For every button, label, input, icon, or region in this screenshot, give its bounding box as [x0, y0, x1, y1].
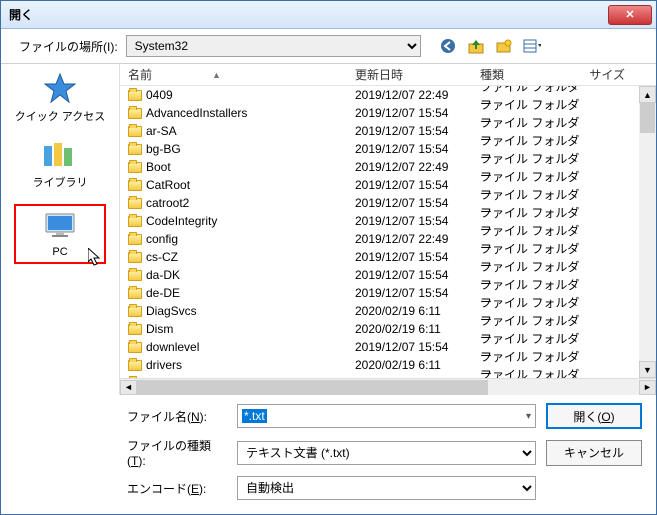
folder-icon	[128, 288, 142, 299]
folder-icon	[128, 270, 142, 281]
cancel-button[interactable]: キャンセル	[546, 440, 642, 466]
item-name: 0409	[146, 88, 173, 102]
pc-icon	[40, 210, 80, 242]
place-label: ライブラリ	[33, 174, 88, 190]
scroll-up-icon[interactable]: ▲	[639, 86, 656, 103]
place-label: PC	[52, 246, 67, 258]
folder-icon	[128, 162, 142, 173]
titlebar: 開く ✕	[1, 1, 656, 29]
col-size[interactable]: サイズ	[585, 66, 625, 83]
item-date: 2020/02/19 6:11	[355, 358, 480, 372]
place-quick-access[interactable]: クイック アクセス	[14, 72, 106, 124]
libraries-icon	[40, 138, 80, 170]
folder-icon	[128, 126, 142, 137]
item-date: 2019/12/07 22:49	[355, 232, 480, 246]
item-name: cs-CZ	[146, 250, 178, 264]
item-date: 2020/02/19 6:11	[355, 304, 480, 318]
item-name: AdvancedInstallers	[146, 106, 247, 120]
item-name: Boot	[146, 160, 171, 174]
open-button[interactable]: 開く(O)	[546, 403, 642, 429]
col-kind[interactable]: 種類	[480, 66, 585, 83]
vscroll-thumb[interactable]	[640, 103, 655, 133]
item-date: 2019/12/07 15:54	[355, 106, 480, 120]
item-name: de-DE	[146, 286, 180, 300]
vertical-scrollbar[interactable]: ▲ ▼	[639, 86, 656, 378]
item-date: 2019/12/07 15:54	[355, 286, 480, 300]
sort-indicator-icon: ▲	[212, 70, 221, 80]
cursor-icon	[88, 248, 104, 268]
encoding-label: エンコード(E):	[127, 480, 227, 497]
quick-access-icon	[40, 72, 80, 104]
up-one-level-icon[interactable]	[467, 37, 485, 55]
filename-input[interactable]: *.txt ▾	[237, 404, 536, 428]
encoding-select[interactable]: 自動検出	[237, 476, 536, 500]
window-title: 開く	[9, 6, 33, 23]
bottom-panel: ファイル名(N): *.txt ▾ 開く(O) ファイルの種類(T): テキスト…	[1, 395, 656, 514]
horizontal-scrollbar[interactable]: ◄ ►	[120, 378, 656, 395]
item-kind: ファイル フォルダー	[480, 366, 585, 378]
item-date: 2019/12/07 15:54	[355, 340, 480, 354]
item-date: 2019/12/07 15:54	[355, 178, 480, 192]
filetype-label: ファイルの種類(T):	[127, 437, 227, 468]
filename-value: *.txt	[242, 409, 267, 423]
item-date: 2019/12/07 15:54	[355, 196, 480, 210]
open-file-dialog: 開く ✕ ファイルの場所(I): System32	[0, 0, 657, 515]
item-name: drivers	[146, 358, 182, 372]
folder-icon	[128, 234, 142, 245]
back-icon[interactable]	[439, 37, 457, 55]
close-button[interactable]: ✕	[608, 5, 652, 25]
place-label: クイック アクセス	[15, 108, 106, 124]
folder-icon	[128, 342, 142, 353]
scroll-down-icon[interactable]: ▼	[639, 361, 656, 378]
item-name: config	[146, 232, 178, 246]
location-row: ファイルの場所(I): System32	[1, 29, 656, 63]
col-date[interactable]: 更新日時	[355, 66, 480, 83]
filename-label: ファイル名(N):	[127, 408, 227, 425]
col-name[interactable]: 名前	[128, 66, 152, 83]
item-date: 2019/12/07 15:54	[355, 250, 480, 264]
folder-icon	[128, 324, 142, 335]
item-date: 2019/12/07 22:49	[355, 160, 480, 174]
folder-icon	[128, 180, 142, 191]
item-date: 2019/12/07 15:54	[355, 268, 480, 282]
item-date: 2020/02/19 6:11	[355, 322, 480, 336]
scroll-left-icon[interactable]: ◄	[120, 380, 137, 395]
place-libraries[interactable]: ライブラリ	[14, 138, 106, 190]
folder-icon	[128, 90, 142, 101]
hscroll-thumb[interactable]	[137, 380, 488, 395]
folder-icon	[128, 306, 142, 317]
item-name: downlevel	[146, 340, 199, 354]
folder-icon	[128, 252, 142, 263]
file-list-area: 名前 ▲ 更新日時 種類 サイズ 0409 2019/12/07 22:49 ファイル…	[119, 64, 656, 395]
views-icon[interactable]	[523, 37, 541, 55]
column-headers[interactable]: 名前 ▲ 更新日時 種類 サイズ	[120, 64, 656, 86]
item-name: da-DK	[146, 268, 180, 282]
new-folder-icon[interactable]	[495, 37, 513, 55]
item-name: bg-BG	[146, 142, 181, 156]
location-label: ファイルの場所(I):	[19, 38, 118, 55]
item-name: catroot2	[146, 196, 189, 210]
scroll-right-icon[interactable]: ►	[639, 380, 656, 395]
item-date: 2019/12/07 15:54	[355, 142, 480, 156]
folder-icon	[128, 216, 142, 227]
folder-icon	[128, 144, 142, 155]
item-name: CodeIntegrity	[146, 214, 217, 228]
item-date: 2019/12/07 15:54	[355, 124, 480, 138]
location-select[interactable]: System32	[126, 35, 421, 57]
item-date: 2019/12/07 15:54	[355, 214, 480, 228]
filetype-select[interactable]: テキスト文書 (*.txt)	[237, 441, 536, 465]
item-name: Dism	[146, 322, 173, 336]
close-icon: ✕	[625, 8, 634, 21]
item-date: 2019/12/07 22:49	[355, 88, 480, 102]
folder-icon	[128, 198, 142, 209]
place-pc[interactable]: PC	[14, 204, 106, 264]
item-name: ar-SA	[146, 124, 177, 138]
item-name: CatRoot	[146, 178, 190, 192]
item-name: DiagSvcs	[146, 304, 197, 318]
folder-icon	[128, 378, 142, 379]
folder-icon	[128, 360, 142, 371]
places-bar: クイック アクセス ライブラリ PC	[1, 64, 119, 395]
folder-icon	[128, 108, 142, 119]
chevron-down-icon[interactable]: ▾	[526, 411, 531, 422]
